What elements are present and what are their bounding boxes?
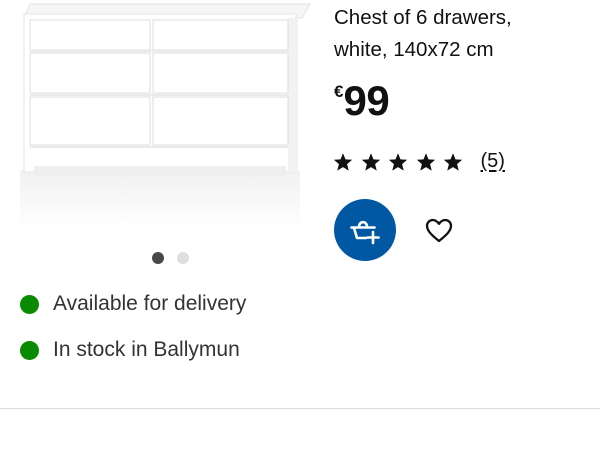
price-amount: 99 (343, 77, 390, 124)
heart-outline-icon (425, 218, 453, 243)
store-stock-availability[interactable]: In stock in Ballymun (20, 336, 240, 364)
product-page: Chest of 6 drawers, white, 140x72 cm € 9… (0, 0, 600, 450)
product-title: Chest of 6 drawers, white, 140x72 cm (334, 2, 594, 66)
product-title-line-1: Chest of 6 drawers, (334, 6, 512, 29)
star-icon (333, 152, 353, 171)
product-image[interactable] (0, 0, 320, 240)
carousel-dot-active[interactable] (152, 252, 164, 264)
shopping-basket-plus-icon (350, 220, 380, 245)
star-icon (361, 152, 380, 171)
review-count-link[interactable]: (5) (481, 150, 505, 173)
price-currency: € (334, 82, 344, 101)
add-to-cart-button[interactable] (334, 199, 396, 261)
status-available-icon (20, 340, 39, 360)
star-icon (443, 152, 463, 171)
product-rating[interactable]: (5) (333, 150, 505, 173)
image-carousel-indicator (152, 252, 189, 264)
dresser-illustration (20, 3, 311, 230)
section-divider (0, 408, 600, 409)
carousel-dot[interactable] (177, 252, 189, 264)
delivery-availability: Available for delivery (20, 290, 246, 318)
store-stock-text: In stock in Ballymun (53, 338, 240, 361)
star-icon (416, 152, 435, 171)
star-icon (388, 152, 408, 171)
add-to-favourites-button[interactable] (419, 211, 459, 251)
product-title-line-2: white, 140x72 cm (334, 38, 494, 61)
status-available-icon (20, 294, 39, 314)
delivery-availability-text: Available for delivery (53, 292, 247, 315)
product-price: € 99 (334, 77, 390, 124)
